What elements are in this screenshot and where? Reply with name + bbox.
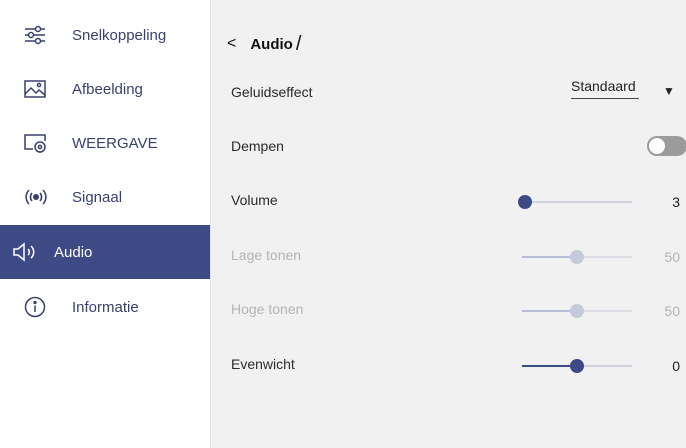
treble-value: 50 <box>664 303 680 319</box>
mute-label: Dempen <box>231 138 284 154</box>
slider-fill <box>522 256 577 258</box>
balance-label: Evenwicht <box>231 356 295 372</box>
page-title: Audio <box>250 35 293 53</box>
sidebar-item-afbeelding[interactable]: Afbeelding <box>0 62 210 116</box>
balance-row: Evenwicht 0 <box>211 339 686 393</box>
volume-label: Volume <box>231 192 278 208</box>
sidebar-item-label: Informatie <box>72 298 139 316</box>
sidebar-item-label: Signaal <box>72 188 123 206</box>
sidebar-item-audio[interactable]: Audio <box>0 225 210 279</box>
sliders-icon <box>24 23 52 47</box>
signal-icon <box>24 185 52 209</box>
bass-slider <box>522 250 632 264</box>
slider-thumb[interactable] <box>570 359 584 373</box>
sidebar-item-label: Snelkoppeling <box>72 26 167 44</box>
sidebar-item-snelkoppeling[interactable]: Snelkoppeling <box>0 8 210 62</box>
slider-thumb <box>570 250 584 264</box>
sound-effect-label: Geluidseffect <box>231 84 313 100</box>
bass-label: Lage tonen <box>231 247 302 263</box>
slider-fill <box>522 310 577 312</box>
sidebar: Snelkoppeling Afbeelding WEERGAVE Signaa… <box>0 0 211 448</box>
slider-thumb[interactable] <box>518 195 533 209</box>
bass-row: Lage tonen 50 <box>211 230 686 284</box>
treble-row: Hoge tonen 50 <box>211 284 686 338</box>
picture-icon <box>24 77 52 101</box>
display-settings-icon <box>24 131 52 155</box>
title-slash: / <box>295 32 302 55</box>
toggle-knob <box>649 138 665 154</box>
caret-down-icon[interactable]: ▼ <box>663 84 675 98</box>
slider-fill <box>522 365 577 367</box>
audio-settings-panel: < Audio / Geluidseffect Standaard ▼ Demp… <box>211 0 686 448</box>
sidebar-item-label: WEERGAVE <box>72 134 158 152</box>
mute-row: Dempen <box>211 121 686 175</box>
slider-track <box>522 201 632 203</box>
balance-value: 0 <box>672 358 680 374</box>
bass-value: 50 <box>664 249 680 265</box>
sound-effect-row: Geluidseffect Standaard ▼ <box>211 67 686 121</box>
treble-label: Hoge tonen <box>231 301 304 317</box>
speaker-icon <box>12 240 40 264</box>
mute-toggle[interactable] <box>647 136 686 156</box>
sidebar-item-label: Afbeelding <box>72 80 143 98</box>
page-header: < Audio / <box>227 30 301 58</box>
info-icon <box>24 295 52 319</box>
sidebar-item-label: Audio <box>54 243 93 261</box>
volume-slider[interactable] <box>518 195 632 209</box>
sound-effect-select[interactable]: Standaard <box>571 78 639 99</box>
sidebar-item-signaal[interactable]: Signaal <box>0 170 210 224</box>
sidebar-item-weergave[interactable]: WEERGAVE <box>0 116 210 170</box>
slider-thumb <box>570 304 584 318</box>
volume-row: Volume 3 <box>211 175 686 229</box>
balance-slider[interactable] <box>522 359 632 373</box>
back-button[interactable]: < <box>227 35 236 53</box>
treble-slider <box>522 304 632 318</box>
volume-value: 3 <box>672 194 680 210</box>
sidebar-item-informatie[interactable]: Informatie <box>0 280 210 334</box>
